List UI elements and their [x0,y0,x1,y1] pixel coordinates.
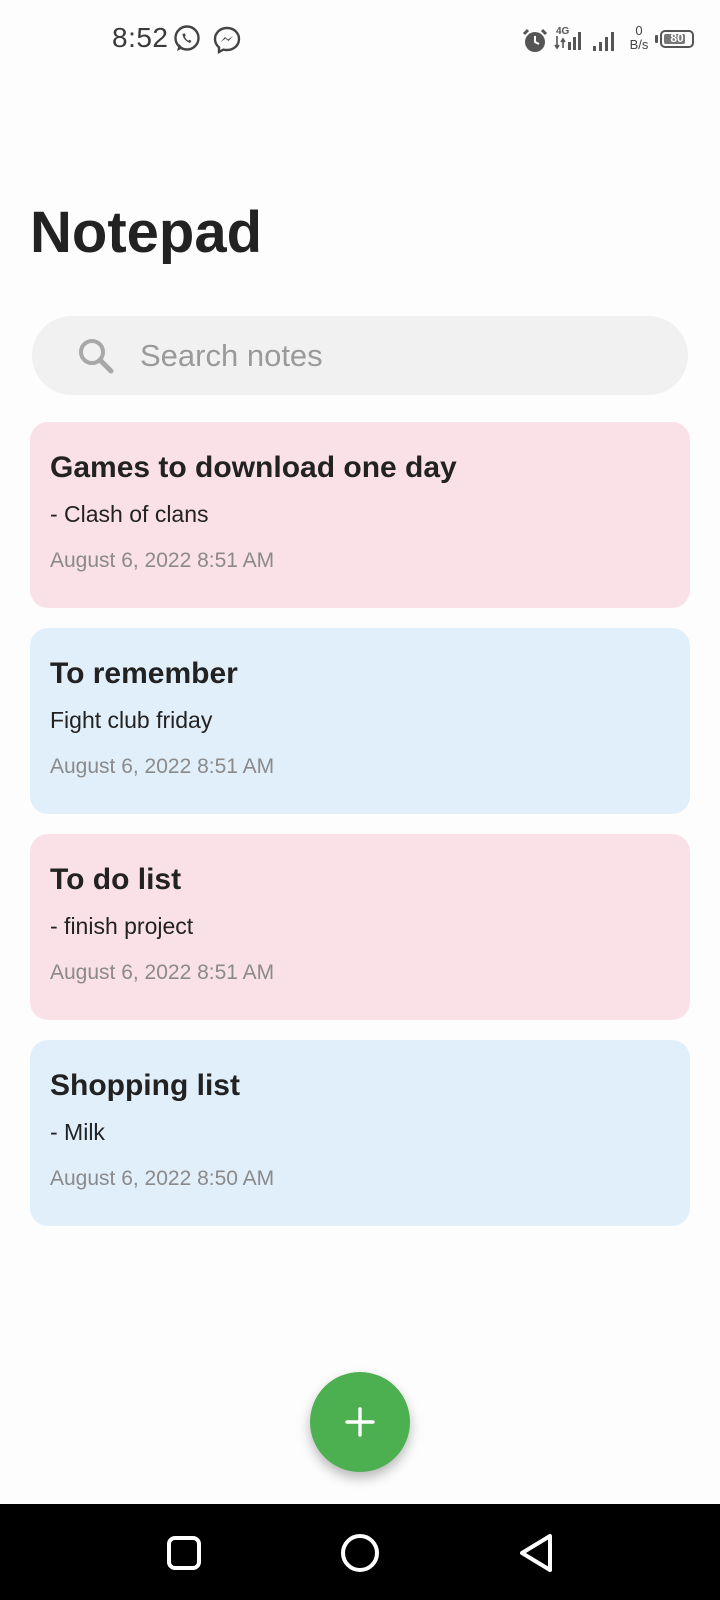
add-note-button[interactable] [310,1372,410,1472]
status-time: 8:52 [112,22,169,53]
note-body: - Clash of clans [50,501,209,527]
home-circle-icon [341,1534,379,1572]
navigation-bar [0,1504,720,1600]
whatsapp-icon [172,24,202,59]
note-date: August 6, 2022 8:51 AM [50,549,275,572]
recents-button[interactable] [161,1530,207,1576]
alarm-icon [522,28,548,59]
home-button[interactable] [337,1530,383,1576]
svg-text:4G: 4G [556,26,570,37]
note-card[interactable]: To do list - finish project August 6, 2022… [30,834,690,1020]
note-date: August 6, 2022 8:51 AM [50,961,275,984]
battery-tip [655,35,658,43]
signal-icon [592,30,618,57]
battery-icon: 80 [660,30,694,48]
page-title: Notepad [30,200,262,265]
note-card[interactable]: To remember Fight club friday August 6, 20… [30,628,690,814]
note-card[interactable]: Shopping list - Milk August 6, 2022 8:50 A… [30,1040,690,1226]
note-date: August 6, 2022 8:50 AM [50,1167,275,1190]
note-body: - finish project [50,913,194,939]
signal-4g-icon: 4G [554,24,586,57]
search-icon [76,336,116,376]
search-input[interactable] [140,316,660,395]
back-triangle-icon [520,1534,552,1572]
note-title: To remember [50,657,238,690]
net-speed: 0 B/s [624,24,654,52]
note-date: August 6, 2022 8:51 AM [50,755,275,778]
battery-level: 80 [670,31,684,45]
note-body: Fight club friday [50,707,213,733]
status-bar: 8:52 4G 0 B/s 80 [0,0,720,82]
net-speed-unit: B/s [629,37,649,52]
note-list: Games to download one day - Clash of clan… [30,422,690,1246]
notepad-screen: 8:52 4G 0 B/s 80 Notepad Search notes Ga… [0,0,720,1600]
plus-icon [345,1407,375,1437]
net-speed-value: 0 [635,23,643,38]
note-card[interactable]: Games to download one day - Clash of clan… [30,422,690,608]
messenger-icon [212,25,242,60]
back-button[interactable] [514,1530,560,1576]
note-title: To do list [50,863,182,896]
note-title: Shopping list [50,1069,240,1102]
search-bar[interactable] [32,316,688,395]
note-body: - Milk [50,1119,105,1145]
recents-square-icon [167,1536,201,1570]
note-title: Games to download one day [50,451,457,484]
